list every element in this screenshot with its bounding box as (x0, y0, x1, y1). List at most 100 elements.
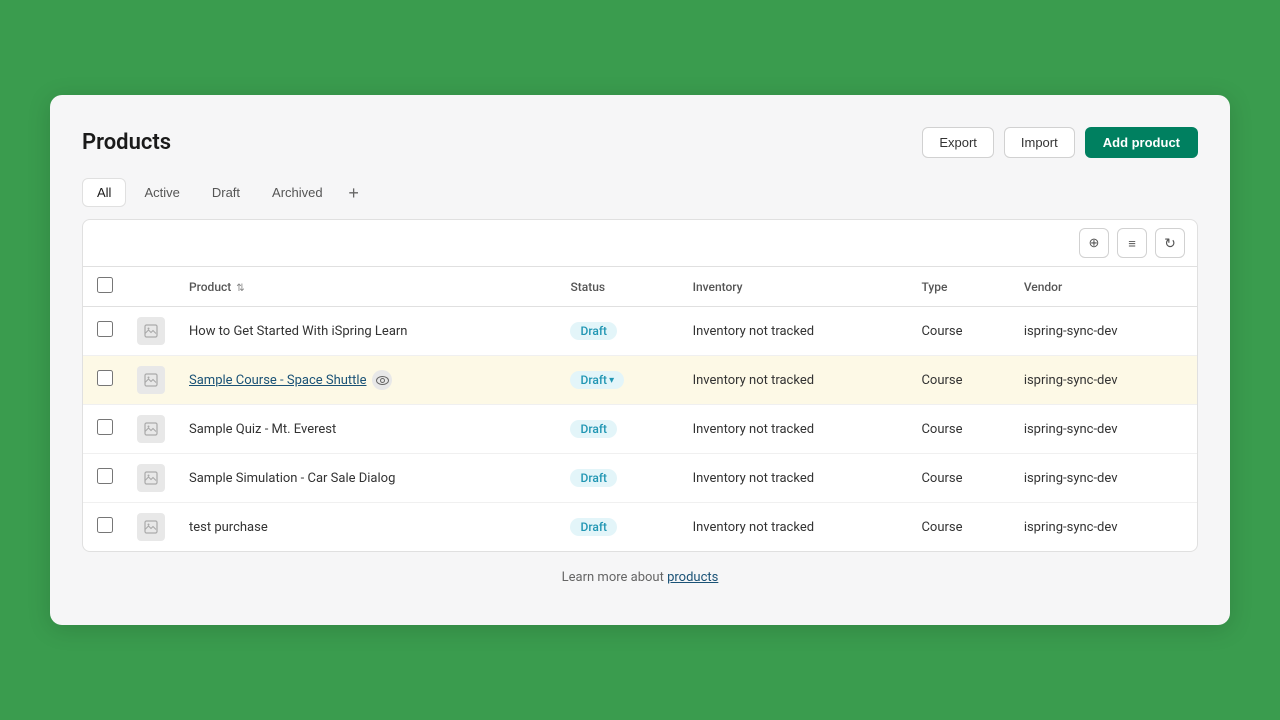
page-header: Products Export Import Add product (82, 127, 1198, 158)
product-thumbnail (137, 415, 165, 443)
row-status-cell: Draft ▾ (558, 356, 680, 405)
image-icon (144, 422, 158, 436)
row-status-cell: Draft (558, 405, 680, 454)
type-value: Course (921, 520, 962, 535)
filter-button[interactable]: ≡ (1117, 228, 1147, 258)
products-table: Product ⇅ Status Inventory Type Vendor (83, 267, 1197, 551)
row-product-cell: How to Get Started With iSpring Learn (177, 307, 558, 356)
product-thumbnail (137, 317, 165, 345)
tab-all[interactable]: All (82, 178, 126, 207)
preview-eye-button[interactable] (372, 370, 392, 390)
row-inventory-cell: Inventory not tracked (681, 503, 910, 552)
product-name-link[interactable]: Sample Course - Space Shuttle (189, 373, 366, 388)
product-name: test purchase (189, 520, 268, 535)
status-badge: Draft (570, 420, 617, 438)
type-value: Course (921, 471, 962, 486)
row-vendor-cell: ispring-sync-dev (1012, 503, 1197, 552)
inventory-value: Inventory not tracked (693, 373, 814, 388)
row-checkbox-cell (83, 503, 125, 552)
header-actions: Export Import Add product (922, 127, 1198, 158)
search-filter-button[interactable]: ⊕ (1079, 228, 1109, 258)
add-product-button[interactable]: Add product (1085, 127, 1198, 158)
row-type-cell: Course (909, 405, 1011, 454)
row-checkbox-cell (83, 405, 125, 454)
page-title: Products (82, 130, 171, 155)
table-row: How to Get Started With iSpring Learn Dr… (83, 307, 1197, 356)
row-inventory-cell: Inventory not tracked (681, 356, 910, 405)
import-button[interactable]: Import (1004, 127, 1075, 158)
tab-draft[interactable]: Draft (198, 179, 254, 206)
row-checkbox[interactable] (97, 370, 113, 386)
header-product-cell: Product ⇅ (177, 267, 558, 307)
select-all-checkbox[interactable] (97, 277, 113, 293)
product-name: Sample Quiz - Mt. Everest (189, 422, 336, 437)
row-thumb-cell (125, 356, 177, 405)
header-vendor-cell: Vendor (1012, 267, 1197, 307)
table-row: Sample Simulation - Car Sale Dialog Draf… (83, 454, 1197, 503)
inventory-value: Inventory not tracked (693, 471, 814, 486)
status-badge: Draft (570, 322, 617, 340)
header-checkbox-cell (83, 267, 125, 307)
header-type-cell: Type (909, 267, 1011, 307)
product-name: How to Get Started With iSpring Learn (189, 324, 407, 339)
row-type-cell: Course (909, 503, 1011, 552)
product-name: Sample Simulation - Car Sale Dialog (189, 471, 395, 486)
type-value: Course (921, 422, 962, 437)
footer: Learn more about products (82, 570, 1198, 585)
row-vendor-cell: ispring-sync-dev (1012, 307, 1197, 356)
row-checkbox[interactable] (97, 468, 113, 484)
row-checkbox[interactable] (97, 517, 113, 533)
refresh-button[interactable]: ↻ (1155, 228, 1185, 258)
row-thumb-cell (125, 454, 177, 503)
row-checkbox-cell (83, 454, 125, 503)
row-inventory-cell: Inventory not tracked (681, 307, 910, 356)
refresh-icon: ↻ (1164, 235, 1176, 252)
row-thumb-cell (125, 503, 177, 552)
vendor-value: ispring-sync-dev (1024, 324, 1118, 339)
table-row: Sample Quiz - Mt. Everest Draft Inventor… (83, 405, 1197, 454)
main-card: Products Export Import Add product All A… (50, 95, 1230, 625)
table-header-row: Product ⇅ Status Inventory Type Vendor (83, 267, 1197, 307)
row-inventory-cell: Inventory not tracked (681, 454, 910, 503)
inventory-value: Inventory not tracked (693, 324, 814, 339)
tabs-row: All Active Draft Archived + (82, 178, 1198, 207)
image-icon (144, 324, 158, 338)
footer-products-link[interactable]: products (667, 570, 718, 585)
row-product-cell: Sample Quiz - Mt. Everest (177, 405, 558, 454)
row-vendor-cell: ispring-sync-dev (1012, 356, 1197, 405)
tab-active[interactable]: Active (130, 179, 193, 206)
header-status-cell: Status (558, 267, 680, 307)
row-checkbox-cell (83, 356, 125, 405)
row-checkbox[interactable] (97, 321, 113, 337)
table-row: test purchase Draft Inventory not tracke… (83, 503, 1197, 552)
table-row: Sample Course - Space Shuttle Draft (83, 356, 1197, 405)
export-button[interactable]: Export (922, 127, 994, 158)
image-icon (144, 373, 158, 387)
header-inventory-cell: Inventory (681, 267, 910, 307)
type-value: Course (921, 324, 962, 339)
vendor-value: ispring-sync-dev (1024, 520, 1118, 535)
tab-archived[interactable]: Archived (258, 179, 337, 206)
status-badge: Draft ▾ (570, 371, 624, 389)
table-toolbar: ⊕ ≡ ↻ (83, 220, 1197, 267)
chevron-down-icon: ▾ (609, 375, 614, 386)
table-body: How to Get Started With iSpring Learn Dr… (83, 307, 1197, 552)
row-product-cell: Sample Simulation - Car Sale Dialog (177, 454, 558, 503)
row-checkbox-cell (83, 307, 125, 356)
vendor-value: ispring-sync-dev (1024, 422, 1118, 437)
row-thumb-cell (125, 307, 177, 356)
row-vendor-cell: ispring-sync-dev (1012, 405, 1197, 454)
status-badge: Draft (570, 518, 617, 536)
row-status-cell: Draft (558, 307, 680, 356)
add-tab-button[interactable]: + (341, 180, 367, 206)
row-product-cell: Sample Course - Space Shuttle (177, 356, 558, 405)
image-icon (144, 520, 158, 534)
inventory-value: Inventory not tracked (693, 520, 814, 535)
vendor-value: ispring-sync-dev (1024, 471, 1118, 486)
row-vendor-cell: ispring-sync-dev (1012, 454, 1197, 503)
search-filter-icon: ⊕ (1089, 235, 1100, 251)
row-inventory-cell: Inventory not tracked (681, 405, 910, 454)
row-checkbox[interactable] (97, 419, 113, 435)
row-thumb-cell (125, 405, 177, 454)
row-type-cell: Course (909, 307, 1011, 356)
